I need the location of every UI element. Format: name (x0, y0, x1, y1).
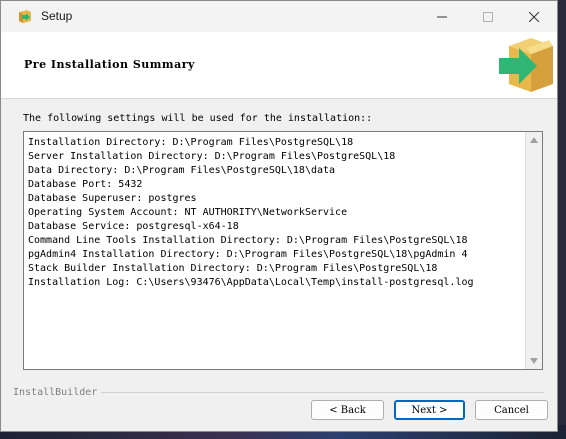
maximize-icon (483, 11, 493, 22)
title-bar[interactable]: Setup (1, 1, 557, 32)
page-header: Pre Installation Summary (1, 32, 557, 99)
back-button[interactable]: < Back (311, 400, 384, 420)
installer-box-icon (499, 38, 553, 92)
vertical-scrollbar[interactable] (525, 132, 542, 369)
footer-divider (101, 392, 544, 393)
cancel-button[interactable]: Cancel (475, 400, 548, 420)
scroll-down-icon[interactable] (530, 358, 538, 364)
close-button[interactable] (511, 1, 557, 32)
summary-text: Installation Directory: D:\Program Files… (28, 137, 474, 288)
summary-text-area[interactable]: Installation Directory: D:\Program Files… (23, 131, 543, 370)
summary-intro-text: The following settings will be used for … (23, 113, 373, 124)
minimize-icon (437, 16, 447, 17)
next-button[interactable]: Next > (394, 400, 465, 420)
installer-box-icon (19, 10, 31, 23)
installbuilder-brand: InstallBuilder (13, 387, 102, 398)
page-title: Pre Installation Summary (24, 58, 195, 71)
scroll-up-icon[interactable] (530, 137, 538, 143)
minimize-button[interactable] (419, 1, 465, 32)
window-title: Setup (41, 9, 73, 23)
setup-window: Setup Pre Installation Summary The follo… (0, 0, 558, 432)
close-icon (529, 11, 539, 22)
maximize-button[interactable] (465, 1, 511, 32)
